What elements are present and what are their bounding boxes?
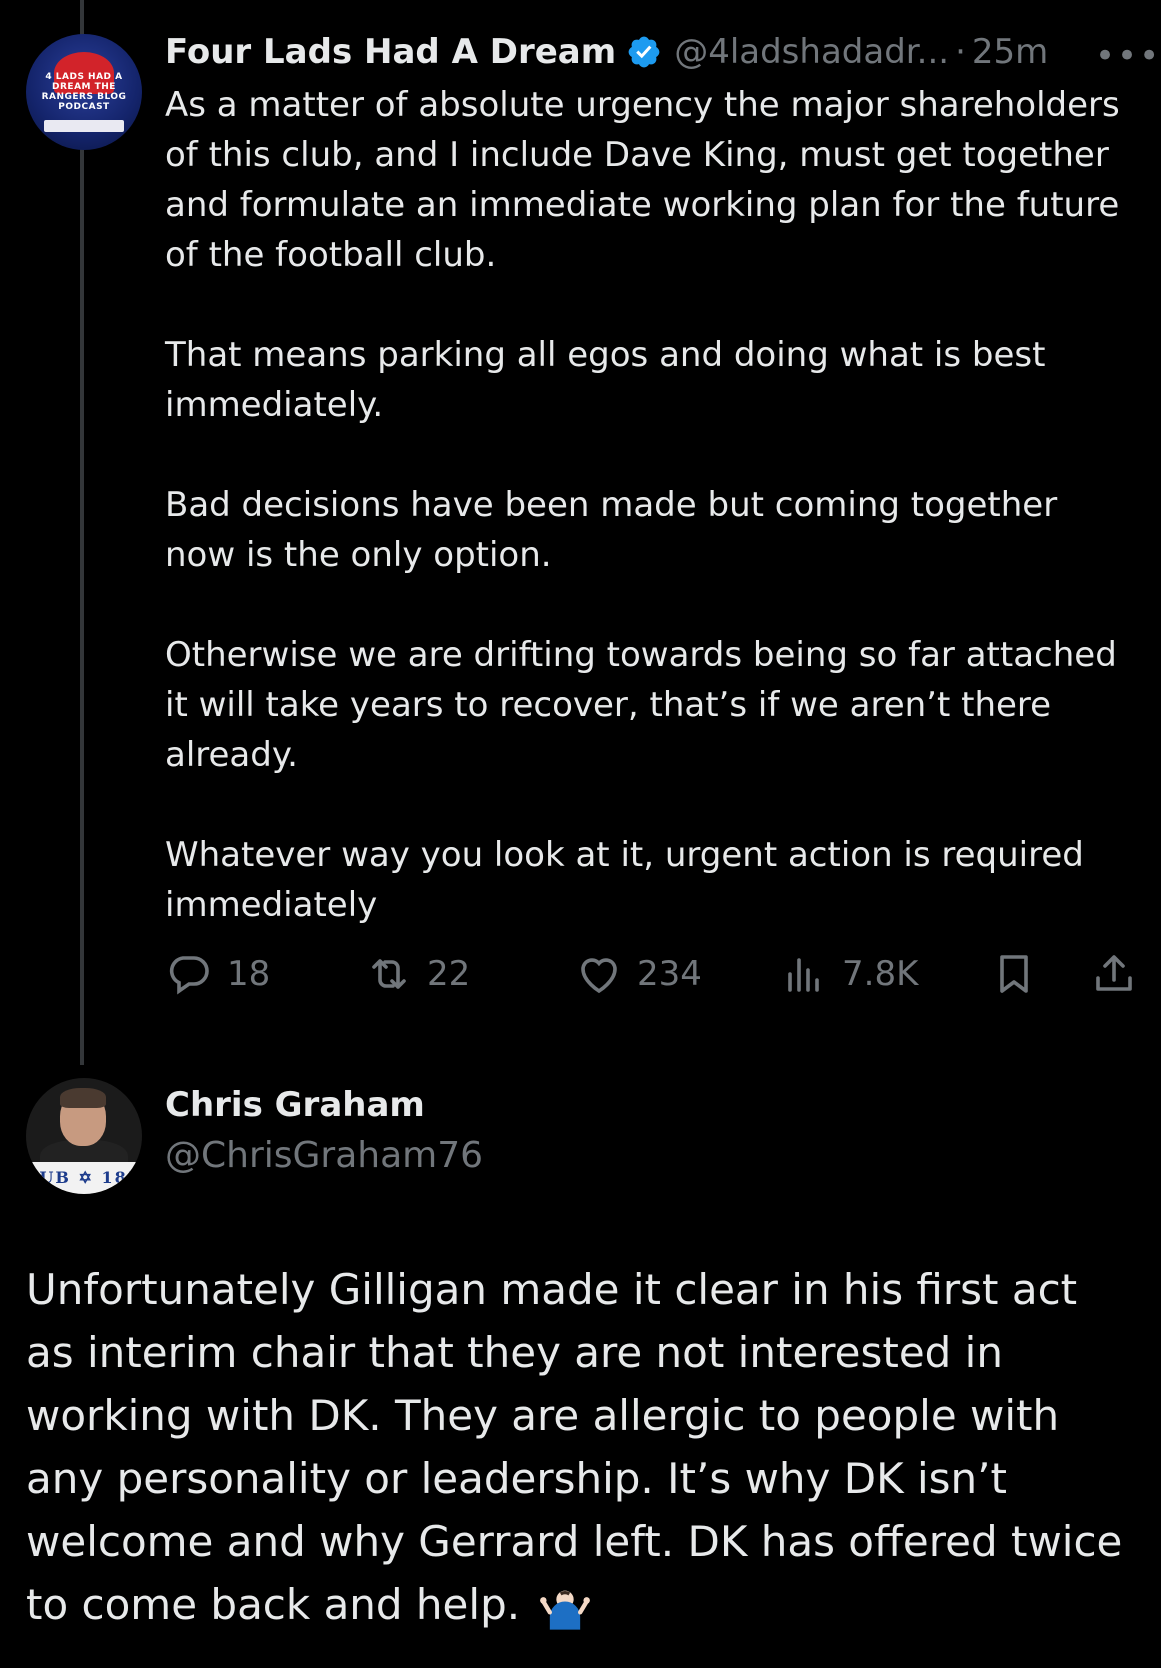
retweet-icon — [372, 959, 406, 989]
author-name[interactable]: Four Lads Had A Dream — [165, 32, 616, 72]
bookmark-button[interactable] — [990, 950, 1052, 998]
tweet-paragraph: Whatever way you look at it, urgent acti… — [165, 835, 1084, 925]
tweet-header: Four Lads Had A Dream @4ladshadadr... · … — [165, 28, 1048, 76]
bookmark-icon — [1000, 955, 1028, 993]
heart-icon — [581, 958, 617, 994]
avatar-logo-text: 4 LADS HAD A DREAM THE RANGERS BLOG PODC… — [41, 72, 127, 112]
reply-count: 18 — [227, 954, 271, 994]
reply-author-handle[interactable]: @ChrisGraham76 — [165, 1135, 483, 1176]
views-count: 7.8K — [842, 954, 919, 994]
reply-author-name[interactable]: Chris Graham — [165, 1085, 425, 1125]
tweet-text: As a matter of absolute urgency the majo… — [165, 80, 1125, 930]
more-horizontal-icon[interactable]: ••• — [1095, 36, 1161, 76]
tweet-paragraph: That means parking all egos and doing wh… — [165, 335, 1046, 425]
share-button[interactable] — [1090, 950, 1152, 998]
avatar-banner-text: LUB ✡ 187 — [26, 1162, 142, 1194]
retweet-count: 22 — [427, 954, 471, 994]
timestamp[interactable]: 25m — [972, 32, 1048, 72]
retweet-button[interactable]: 22 — [365, 950, 470, 998]
avatar-photo-hair — [60, 1088, 106, 1108]
share-icon — [1096, 955, 1132, 991]
reply-button[interactable]: 18 — [165, 950, 270, 998]
reply-text: Unfortunately Gilligan made it clear in … — [26, 1258, 1136, 1636]
views-button[interactable]: 7.8K — [780, 950, 918, 998]
tweet-paragraph: Otherwise we are drifting towards being … — [165, 635, 1117, 775]
author-handle[interactable]: @4ladshadadr... — [674, 32, 949, 72]
reply-text-content: Unfortunately Gilligan made it clear in … — [26, 1265, 1123, 1629]
tweet-actions: 18 22 234 7.8K — [165, 950, 1145, 1008]
tweet-paragraph: Bad decisions have been made but coming … — [165, 485, 1058, 575]
like-button[interactable]: 234 — [575, 950, 702, 998]
sponsor-strip — [44, 120, 124, 132]
separator-dot: · — [955, 32, 966, 72]
person-shrugging-emoji-icon — [540, 1590, 591, 1630]
thread-line — [80, 0, 84, 1065]
verified-badge-icon — [628, 36, 660, 68]
avatar[interactable]: 4 LADS HAD A DREAM THE RANGERS BLOG PODC… — [26, 34, 142, 150]
tweet-paragraph: As a matter of absolute urgency the majo… — [165, 85, 1120, 275]
avatar[interactable]: LUB ✡ 187 — [26, 1078, 142, 1194]
like-count: 234 — [637, 954, 702, 994]
views-chart-icon — [788, 958, 819, 992]
reply-icon — [169, 956, 209, 995]
